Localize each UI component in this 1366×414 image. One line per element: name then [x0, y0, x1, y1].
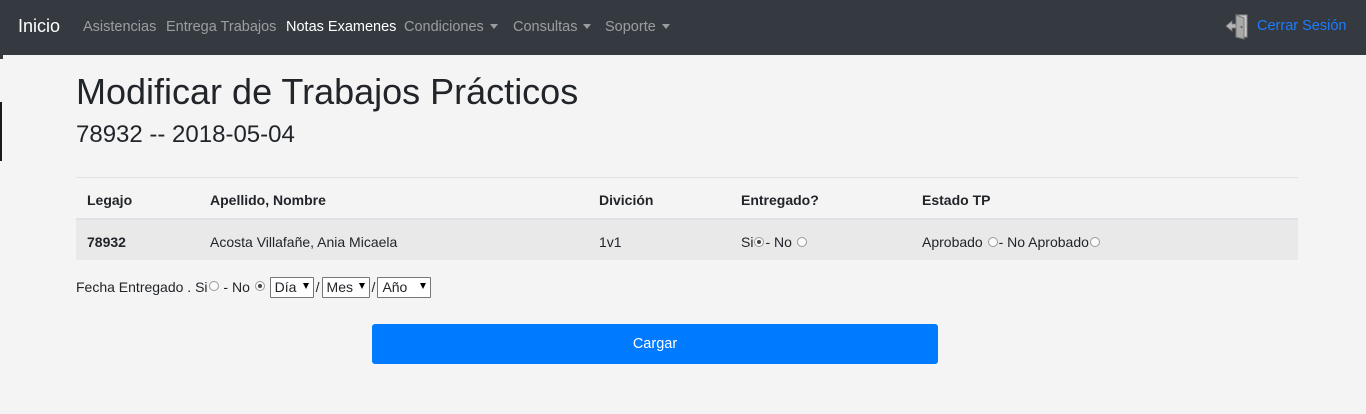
nav-condiciones-dropdown[interactable]: Condiciones — [404, 18, 498, 36]
chevron-down-icon — [489, 23, 498, 29]
dropdown-arrow-icon — [358, 282, 365, 289]
anio-select[interactable]: Año — [377, 276, 432, 298]
cell-division: 1v1 — [599, 234, 622, 250]
cell-estado: Aprobado - No Aprobado — [922, 233, 1101, 251]
page-subtitle: 78932 -- 2018-05-04 — [76, 121, 295, 148]
header-nombre: Apellido, Nombre — [210, 192, 326, 208]
dropdown-arrow-icon — [420, 282, 427, 289]
header-legajo: Legajo — [87, 192, 133, 208]
mes-select[interactable]: Mes — [321, 276, 370, 298]
estado-no-aprobado-radio[interactable] — [1089, 237, 1100, 248]
mes-select-value: Mes — [326, 279, 353, 295]
door-exit-icon — [1224, 12, 1252, 40]
nav-consultas-label: Consultas — [513, 19, 578, 35]
brand-link[interactable]: Inicio — [18, 15, 60, 37]
entregado-no-radio[interactable] — [796, 237, 807, 248]
fecha-no-label: - No — [223, 279, 250, 295]
navbar: Inicio Asistencias Entrega Trabajos Nota… — [0, 0, 1366, 59]
estado-aprobado-label: Aprobado — [922, 234, 983, 250]
cell-nombre: Acosta Villafañe, Ania Micaela — [210, 234, 398, 250]
cell-legajo: 78932 — [87, 234, 126, 250]
nav-notas-examenes[interactable]: Notas Examenes — [286, 18, 396, 36]
header-division: Divición — [599, 192, 654, 208]
logout-link[interactable]: Cerrar Sesión — [1224, 12, 1346, 40]
fecha-si-label: Si — [195, 279, 208, 295]
entregado-si-radio[interactable] — [754, 237, 765, 248]
fecha-entregado-row: Fecha Entregado . Si - No Día / Mes / Año — [76, 276, 432, 298]
fecha-si-radio[interactable] — [208, 281, 219, 291]
anio-select-value: Año — [382, 279, 408, 295]
header-estado-tp: Estado TP — [922, 192, 991, 208]
dia-select-value: Día — [274, 279, 297, 295]
date-separator: / — [371, 279, 376, 295]
nav-soporte-label: Soporte — [605, 19, 656, 35]
estado-aprobado-radio[interactable] — [987, 237, 998, 248]
date-separator: / — [315, 279, 320, 295]
entregado-si-label: Si — [741, 234, 754, 250]
chevron-down-icon — [661, 23, 670, 29]
nav-asistencias[interactable]: Asistencias — [83, 18, 156, 36]
cargar-button[interactable]: Cargar — [372, 324, 938, 364]
estado-no-aprobado-label: - No Aprobado — [998, 234, 1089, 250]
fecha-no-radio[interactable] — [254, 281, 265, 291]
nav-entrega-trabajos[interactable]: Entrega Trabajos — [166, 18, 276, 36]
nav-condiciones-label: Condiciones — [404, 19, 484, 35]
nav-consultas-dropdown[interactable]: Consultas — [513, 18, 592, 36]
nav-soporte-dropdown[interactable]: Soporte — [605, 18, 670, 36]
entregado-no-label: - No — [765, 234, 792, 250]
dia-select[interactable]: Día — [269, 276, 314, 298]
table-top-border — [76, 177, 1298, 178]
page-title: Modificar de Trabajos Prácticos — [76, 71, 579, 112]
left-edge-bar — [0, 102, 2, 161]
cell-entregado: Si - No — [741, 233, 808, 251]
logout-label: Cerrar Sesión — [1257, 18, 1347, 34]
header-entregado: Entregado? — [741, 192, 819, 208]
navbar-edge — [0, 55, 3, 59]
dropdown-arrow-icon — [302, 282, 309, 289]
chevron-down-icon — [583, 23, 592, 29]
fecha-label: Fecha Entregado . — [76, 279, 192, 295]
